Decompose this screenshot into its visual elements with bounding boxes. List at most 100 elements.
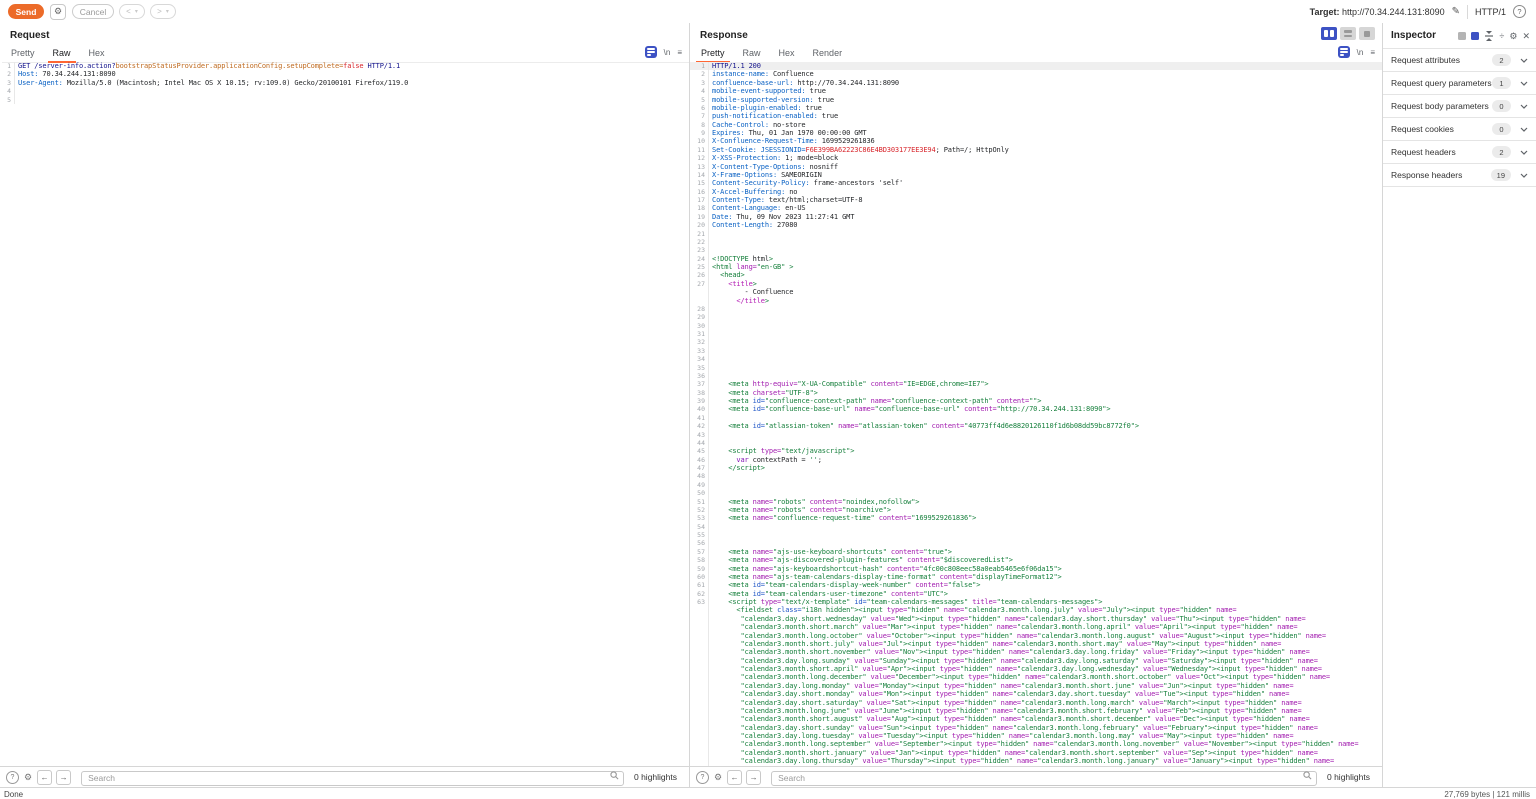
tab-hex[interactable]: Hex	[770, 48, 804, 62]
inspector-section-request-headers[interactable]: Request headers2	[1383, 140, 1536, 163]
code-line: "calendar3.day.long.sunday" value="Sunda…	[690, 657, 1382, 665]
count-badge: 0	[1492, 123, 1511, 135]
search-help-icon[interactable]: ?	[696, 771, 709, 784]
tab-hex[interactable]: Hex	[80, 48, 114, 62]
show-newlines-icon[interactable]: \n	[664, 48, 671, 57]
send-button[interactable]: Send	[8, 4, 44, 19]
search-help-icon[interactable]: ?	[6, 771, 19, 784]
edit-target-icon[interactable]: ✎	[1452, 6, 1460, 17]
top-toolbar: Send ⚙ Cancel <▾ >▾ Target: http://70.34…	[0, 0, 1536, 24]
code-line: 6mobile-plugin-enabled: true	[690, 104, 1382, 112]
inspector-title: Inspector	[1391, 30, 1436, 41]
response-editor[interactable]: 1HTTP/1.1 2002instance-name: Confluence3…	[690, 62, 1382, 766]
code-line: 13X-Content-Type-Options: nosniff	[690, 163, 1382, 171]
show-newlines-icon[interactable]: \n	[1357, 48, 1364, 57]
code-line: 4	[0, 87, 689, 95]
code-line: 31	[690, 330, 1382, 338]
code-line: 50	[690, 489, 1382, 497]
inspector-section-request-body-parameters[interactable]: Request body parameters0	[1383, 94, 1536, 117]
code-line: "calendar3.month.short.april" value="Apr…	[690, 665, 1382, 673]
code-line: "calendar3.month.long.october" value="Oc…	[690, 632, 1382, 640]
code-line: 48	[690, 472, 1382, 480]
code-line: 19Date: Thu, 09 Nov 2023 11:27:41 GMT	[690, 213, 1382, 221]
code-line: 56	[690, 539, 1382, 547]
code-line: 52 <meta name="robots" content="noarchiv…	[690, 506, 1382, 514]
code-line: 60 <meta name="ajs-team-calendars-displa…	[690, 573, 1382, 581]
inspector-section-response-headers[interactable]: Response headers19	[1383, 163, 1536, 187]
code-line: 43	[690, 431, 1382, 439]
history-back-button[interactable]: <▾	[119, 4, 145, 19]
inspector-section-request-attributes[interactable]: Request attributes2	[1383, 48, 1536, 71]
history-forward-button[interactable]: >▾	[150, 4, 176, 19]
request-panel-title: Request	[10, 30, 49, 41]
count-badge: 2	[1492, 54, 1511, 66]
response-search-input[interactable]	[771, 771, 1317, 786]
gear-icon[interactable]: ⚙	[1509, 32, 1517, 41]
inspector-section-request-cookies[interactable]: Request cookies0	[1383, 117, 1536, 140]
code-line: 10X-Confluence-Request-Time: 16995292618…	[690, 137, 1382, 145]
tab-pretty[interactable]: Pretty	[2, 48, 44, 62]
response-editor-icons: \n ≡	[1338, 46, 1375, 58]
chevron-down-icon	[1520, 81, 1528, 86]
chevron-down-icon	[1520, 58, 1528, 63]
code-line: 59 <meta name="ajs-keyboardshortcut-hash…	[690, 565, 1382, 573]
response-panel: Response PrettyRawHexRender \n ≡ 1HTTP/1…	[689, 23, 1382, 766]
inspector-section-request-query-parameters[interactable]: Request query parameters1	[1383, 71, 1536, 94]
soft-wrap-icon[interactable]	[645, 46, 657, 58]
search-settings-icon[interactable]: ⚙	[24, 772, 32, 783]
request-tabs: PrettyRawHex	[2, 45, 689, 63]
code-line: "calendar3.day.long.monday" value="Monda…	[690, 682, 1382, 690]
divider-icon[interactable]: ÷	[1499, 32, 1504, 41]
send-settings-button[interactable]: ⚙	[50, 4, 66, 20]
inspector-section-label: Request headers	[1391, 147, 1492, 157]
inspector-section-label: Request query parameters	[1391, 78, 1492, 88]
layout-single-button[interactable]	[1359, 27, 1375, 40]
tab-pretty[interactable]: Pretty	[692, 48, 734, 62]
search-prev-button[interactable]: ←	[727, 770, 742, 785]
code-line: 53 <meta name="confluence-request-time" …	[690, 514, 1382, 522]
response-tabs: PrettyRawHexRender	[692, 45, 1382, 63]
help-icon[interactable]: ?	[1513, 5, 1526, 18]
tab-render[interactable]: Render	[804, 48, 852, 62]
code-line: 1HTTP/1.1 200	[690, 62, 1382, 70]
search-next-button[interactable]: →	[56, 770, 71, 785]
search-settings-icon[interactable]: ⚙	[714, 772, 722, 783]
chevron-down-icon	[1520, 150, 1528, 155]
soft-wrap-icon[interactable]	[1338, 46, 1350, 58]
count-badge: 2	[1492, 146, 1511, 158]
response-size-timing: 27,769 bytes | 121 millis	[1444, 790, 1530, 799]
code-line: 20Content-Length: 27080	[690, 221, 1382, 229]
layout-columns-button[interactable]	[1321, 27, 1337, 40]
code-line: 49	[690, 481, 1382, 489]
count-badge: 19	[1491, 169, 1511, 181]
editor-menu-icon[interactable]: ≡	[1370, 48, 1375, 57]
code-line: 51 <meta name="robots" content="noindex,…	[690, 498, 1382, 506]
editor-menu-icon[interactable]: ≡	[677, 48, 682, 57]
response-panel-title: Response	[700, 30, 748, 41]
tab-raw[interactable]: Raw	[44, 48, 80, 62]
layout-rows-button[interactable]	[1340, 27, 1356, 40]
burp-repeater-window: Send ⚙ Cancel <▾ >▾ Target: http://70.34…	[0, 0, 1536, 799]
tab-raw[interactable]: Raw	[734, 48, 770, 62]
collapse-all-icon[interactable]	[1484, 31, 1494, 41]
code-line: - Confluence	[690, 288, 1382, 296]
inspector-panel: Inspector ÷ ⚙ ✕ Request attributes2Reque…	[1382, 23, 1536, 787]
code-line: "calendar3.day.long.tuesday" value="Tues…	[690, 732, 1382, 740]
cancel-button[interactable]: Cancel	[72, 4, 114, 19]
next-icon: >	[157, 7, 162, 16]
request-editor[interactable]: 1GET /server-info.action?bootstrapStatus…	[0, 62, 689, 766]
search-next-button[interactable]: →	[746, 770, 761, 785]
code-line: <fieldset class="i18n hidden"><input typ…	[690, 606, 1382, 614]
request-panel: Request PrettyRawHex \n ≡ 1GET /server-i…	[0, 23, 689, 766]
response-search-bar: ? ⚙ ← → 0 highlights	[689, 766, 1382, 787]
code-line: "calendar3.day.long.thursday" value="Thu…	[690, 757, 1382, 765]
close-icon[interactable]: ✕	[1522, 32, 1530, 41]
inspector-dock-right-icon[interactable]	[1471, 32, 1479, 40]
search-prev-button[interactable]: ←	[37, 770, 52, 785]
code-line: 27 <title>	[690, 280, 1382, 288]
request-search-input[interactable]	[81, 771, 624, 786]
code-line: 1GET /server-info.action?bootstrapStatus…	[0, 62, 689, 70]
code-line: "calendar3.month.short.march" value="Mar…	[690, 623, 1382, 631]
code-line: 41	[690, 414, 1382, 422]
inspector-dock-left-icon[interactable]	[1458, 32, 1466, 40]
